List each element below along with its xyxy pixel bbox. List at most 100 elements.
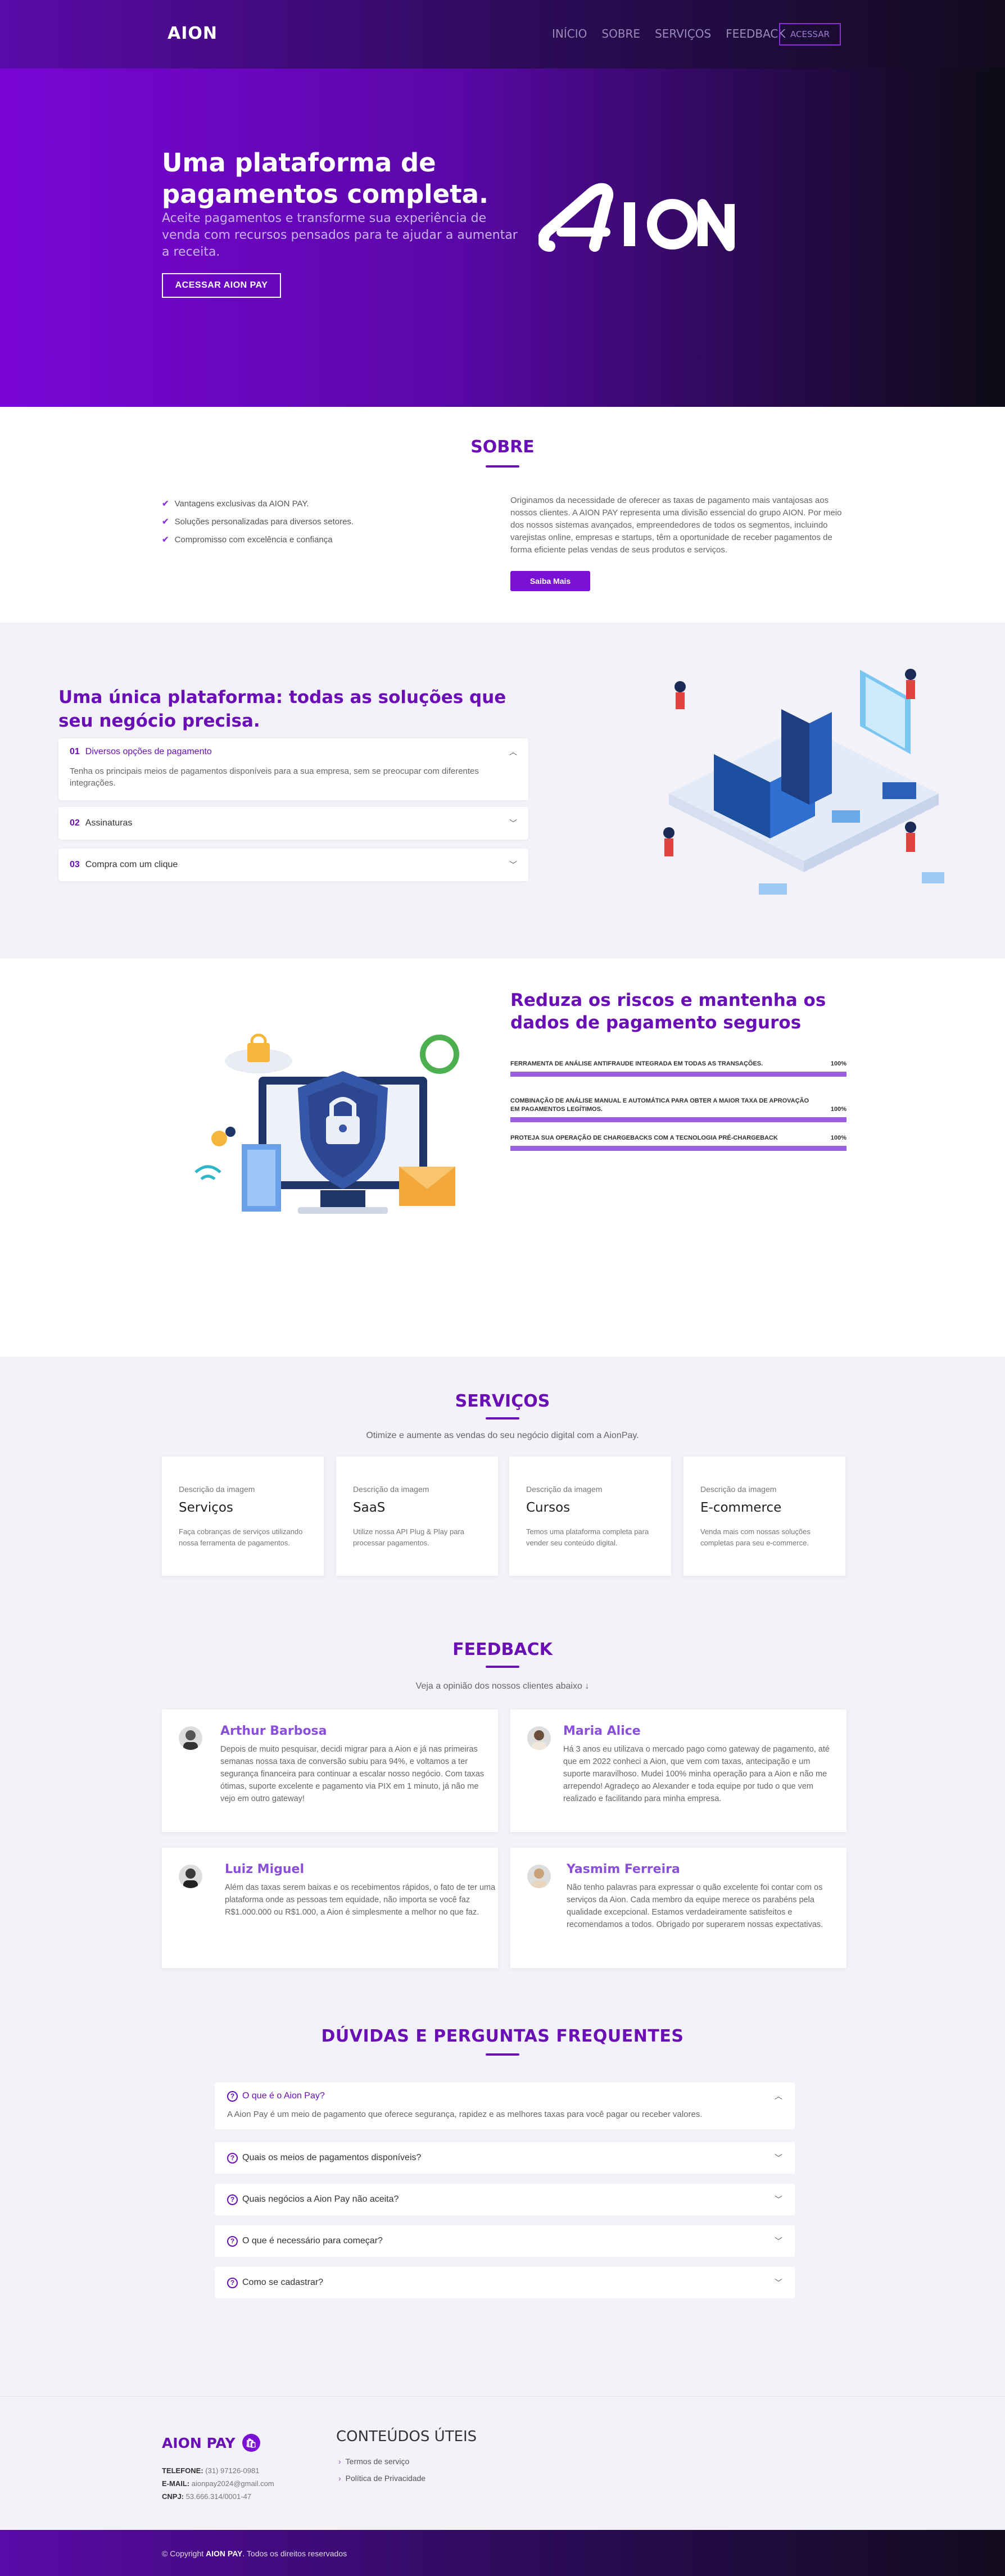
copyright-bar: © Copyright AION PAY. Todos os direitos … (0, 2530, 1005, 2576)
accordion-body: Tenha os principais meios de pagamentos … (70, 767, 479, 788)
question-icon: ? (227, 2235, 238, 2247)
faq-answer: A Aion Pay é um meio de pagamento que of… (227, 2110, 703, 2119)
chevron-down-icon: ﹀ (509, 860, 517, 869)
check-icon: ✔ (162, 517, 169, 527)
footer-link-label: Termos de serviço (345, 2457, 410, 2466)
accordion-item-assinaturas[interactable]: 02 Assinaturas ﹀ (58, 807, 528, 840)
feedback-text: Além das taxas serem baixas e os recebim… (225, 1883, 496, 1917)
feedback-card: Luiz Miguel Além das taxas serem baixas … (162, 1848, 498, 1968)
faq-question: Quais negócios a Aion Pay não aceita? (242, 2194, 399, 2204)
faq-header[interactable]: ? O que é o Aion Pay? ︿ (215, 2083, 795, 2110)
accordion-header[interactable]: 03 Compra com um clique ﹀ (58, 849, 528, 881)
riscos-section: Reduza os riscos e mantenha os dados de … (0, 959, 1005, 1357)
service-card-saas[interactable]: Descrição da imagem SaaS Utilize nossa A… (336, 1457, 498, 1576)
broken-image-icon: Descrição da imagem (700, 1485, 777, 1494)
question-icon: ? (227, 2090, 238, 2102)
title-underline (486, 465, 519, 468)
faq-title: DÚVIDAS E PERGUNTAS FREQUENTES (321, 2026, 684, 2046)
faq-header[interactable]: ? Quais os meios de pagamentos disponívei… (215, 2142, 795, 2174)
question-icon: ? (227, 2152, 238, 2164)
check-item: ✔ Soluções personalizadas para diversos s… (162, 513, 354, 530)
accordion-item-compra[interactable]: 03 Compra com um clique ﹀ (58, 849, 528, 881)
chevron-down-icon: ﹀ (775, 2237, 782, 2246)
copyright-brand: AION PAY (206, 2549, 243, 2558)
feedback-subtitle: Veja a opinião dos nossos clientes abaix… (415, 1681, 590, 1691)
footer-link-label: Política de Privacidade (345, 2474, 426, 2483)
faq-header[interactable]: ? Quais negócios a Aion Pay não aceita? ﹀ (215, 2184, 795, 2215)
feedback-author: Luiz Miguel (225, 1862, 304, 1876)
accordion-item-pagamentos[interactable]: 01 Diversos opções de pagamento ︿ Tenha o… (58, 738, 528, 800)
check-text: Compromisso com excelência e confiança (174, 534, 333, 545)
progress-track (510, 1146, 846, 1151)
chevron-right-icon: › (338, 2474, 341, 2483)
nav-link-sobre[interactable]: SOBRE (601, 27, 640, 40)
feedback-text: Depois de muito pesquisar, decidi migrar… (220, 1745, 485, 1803)
service-card-servicos[interactable]: Descrição da imagem Serviços Faça cobran… (162, 1457, 324, 1576)
feedback-card: Arthur Barbosa Depois de muito pesquisar… (162, 1709, 498, 1832)
footer-link-termos[interactable]: › Termos de serviço (338, 2453, 425, 2470)
email-value: aionpay2024@gmail.com (191, 2479, 274, 2488)
hero-title: Uma plataforma de pagamentos completa. (162, 148, 489, 209)
faq-item-cadastrar[interactable]: ? Como se cadastrar? ﹀ (215, 2267, 795, 2298)
shopping-bag-icon: 🛍 (242, 2434, 260, 2452)
feedback-text: Não tenho palavras para expressar o quão… (567, 1883, 823, 1929)
servicos-title: SERVIÇOS (455, 1391, 550, 1411)
isometric-platform-illustration (663, 669, 944, 895)
saiba-mais-button[interactable]: Saiba Mais (510, 571, 590, 591)
progress-value: 100% (830, 1106, 846, 1113)
progress-fill (510, 1072, 846, 1077)
footer-link-privacidade[interactable]: › Política de Privacidade (338, 2470, 425, 2487)
title-underline (486, 1666, 519, 1668)
avatar (179, 1726, 202, 1750)
faq-header[interactable]: ? Como se cadastrar? ﹀ (215, 2267, 795, 2298)
footer-brand-name: AION PAY (162, 2434, 236, 2451)
email-label: E-MAIL: (162, 2479, 190, 2488)
accordion-number: 01 (70, 747, 80, 756)
accordion-number: 02 (70, 818, 80, 828)
broken-image-icon: Descrição da imagem (353, 1485, 429, 1494)
phone-value: (31) 97126-0981 (205, 2466, 260, 2475)
progress-label: FERRAMENTA DE ANÁLISE ANTIFRAUDE INTEGRA… (510, 1060, 763, 1067)
cnpj-label: CNPJ: (162, 2492, 184, 2501)
faq-question: Quais os meios de pagamentos disponíveis… (242, 2153, 422, 2162)
feedback-card: Yasmim Ferreira Não tenho palavras para … (510, 1848, 846, 1968)
copyright-suffix: . Todos os direitos reservados (242, 2549, 347, 2558)
service-name: Serviços (179, 1500, 233, 1515)
nav-link-feedback[interactable]: FEEDBACK (726, 27, 785, 40)
service-card-cursos[interactable]: Descrição da imagem Cursos Temos uma pla… (509, 1457, 671, 1576)
faq-item-o-que-e[interactable]: ? O que é o Aion Pay? ︿ A Aion Pay é um m… (215, 2083, 795, 2129)
service-description: Temos uma plataforma completa para vende… (526, 1527, 649, 1547)
faq-question: O que é o Aion Pay? (242, 2091, 325, 2101)
top-navbar: AION INÍCIO SOBRE SERVIÇOS FEEDBACK ACES… (0, 0, 1005, 69)
nav-link-inicio[interactable]: INÍCIO (552, 27, 587, 40)
footer: AION PAY 🛍 TELEFONE: (31) 97126-0981 E-M… (0, 2396, 1005, 2530)
faq-item-negocios[interactable]: ? Quais negócios a Aion Pay não aceita? ﹀ (215, 2184, 795, 2215)
nav-links: INÍCIO SOBRE SERVIÇOS FEEDBACK (552, 27, 786, 40)
faq-section: DÚVIDAS E PERGUNTAS FREQUENTES ? O que é … (0, 1997, 1005, 2396)
plataforma-section: Uma única plataforma: todas as soluções … (0, 623, 1005, 959)
accordion-header[interactable]: 02 Assinaturas ﹀ (58, 807, 528, 840)
faq-header[interactable]: ? O que é necessário para começar? ﹀ (215, 2225, 795, 2257)
chevron-down-icon: ﹀ (775, 2153, 782, 2162)
nav-logo[interactable]: AION (168, 24, 218, 43)
faq-item-meios[interactable]: ? Quais os meios de pagamentos disponívei… (215, 2142, 795, 2174)
riscos-title: Reduza os riscos e mantenha os dados de … (510, 990, 826, 1033)
progress-fill (510, 1146, 846, 1151)
acessar-button[interactable]: ACESSAR (779, 23, 841, 46)
title-underline (486, 2053, 519, 2056)
check-item: ✔ Compromisso com excelência e confiança (162, 530, 354, 548)
faq-item-comecar[interactable]: ? O que é necessário para começar? ﹀ (215, 2225, 795, 2257)
service-card-ecommerce[interactable]: Descrição da imagem E-commerce Venda mai… (683, 1457, 845, 1576)
progress-label: COMBINAÇÃO DE ANÁLISE MANUAL E AUTOMÁTIC… (510, 1097, 809, 1113)
faq-question: O que é necessário para começar? (242, 2236, 383, 2246)
faq-question: Como se cadastrar? (242, 2278, 324, 2287)
progress-track (510, 1117, 846, 1122)
service-description: Venda mais com nossas soluções completas… (700, 1527, 811, 1547)
feedback-author: Maria Alice (563, 1724, 641, 1738)
acessar-aion-pay-button[interactable]: ACESSAR AION PAY (162, 273, 281, 298)
accordion-header[interactable]: 01 Diversos opções de pagamento ︿ (58, 738, 528, 765)
nav-link-servicos[interactable]: SERVIÇOS (655, 27, 711, 40)
feedback-title: FEEDBACK (452, 1640, 553, 1659)
accordion-number: 03 (70, 860, 80, 869)
copyright-prefix: © Copyright (162, 2549, 204, 2558)
